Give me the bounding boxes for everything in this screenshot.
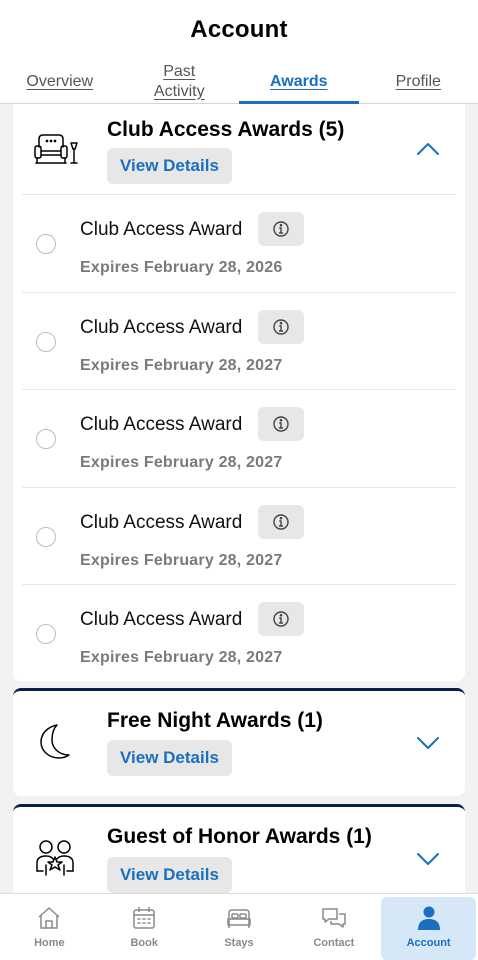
nav-home[interactable]: Home bbox=[2, 897, 97, 960]
bottom-nav: Home Book Stays Contact Account bbox=[0, 893, 478, 960]
club-access-title: Club Access Awards (5) bbox=[107, 118, 345, 141]
info-icon[interactable] bbox=[258, 212, 304, 246]
tab-past-activity[interactable]: Past Activity bbox=[120, 60, 240, 103]
app-header: Account bbox=[0, 0, 478, 60]
award-name: Club Access Award bbox=[80, 219, 243, 240]
tab-profile[interactable]: Profile bbox=[359, 60, 478, 103]
calendar-icon bbox=[133, 907, 155, 929]
free-night-header: Free Night Awards (1) View Details bbox=[13, 691, 465, 796]
award-name: Club Access Award bbox=[80, 511, 243, 533]
chevron-up-icon[interactable] bbox=[415, 140, 441, 158]
guest-of-honor-title: Guest of Honor Awards (1) bbox=[107, 825, 372, 848]
nav-book[interactable]: Book bbox=[97, 897, 192, 960]
info-icon[interactable] bbox=[258, 504, 304, 539]
free-night-card: Free Night Awards (1) View Details bbox=[13, 688, 465, 796]
nav-account[interactable]: Account bbox=[381, 897, 476, 960]
award-select-radio[interactable] bbox=[36, 331, 56, 352]
nav-book-label: Book bbox=[130, 937, 158, 949]
award-row: Club Access Award Expires February 28, 2… bbox=[22, 390, 456, 488]
award-name: Club Access Award bbox=[80, 316, 243, 338]
nav-home-label: Home bbox=[34, 937, 65, 949]
nav-stays[interactable]: Stays bbox=[192, 897, 287, 960]
tab-bar: Overview Past Activity Awards Profile bbox=[0, 60, 478, 104]
guest-of-honor-view-details-button[interactable]: View Details bbox=[107, 857, 232, 893]
moon-icon bbox=[37, 723, 83, 763]
award-select-radio[interactable] bbox=[36, 429, 56, 449]
tab-overview[interactable]: Overview bbox=[0, 60, 120, 103]
award-name: Club Access Award bbox=[80, 609, 243, 630]
nav-contact-label: Contact bbox=[313, 937, 355, 949]
award-expiration: Expires February 28, 2027 bbox=[80, 356, 283, 374]
nav-account-label: Account bbox=[406, 937, 451, 949]
award-name: Club Access Award bbox=[80, 414, 243, 435]
home-icon bbox=[38, 907, 60, 929]
nav-stays-label: Stays bbox=[224, 937, 254, 949]
award-row: Club Access Award Expires February 28, 2… bbox=[22, 195, 456, 293]
guest-of-honor-header: Guest of Honor Awards (1) View Details bbox=[13, 807, 465, 893]
info-icon[interactable] bbox=[258, 602, 304, 636]
two-people-icon bbox=[35, 839, 81, 879]
page-title: Account bbox=[190, 16, 288, 43]
award-select-radio[interactable] bbox=[36, 624, 56, 644]
chat-icon bbox=[322, 908, 346, 928]
free-night-title: Free Night Awards (1) bbox=[107, 709, 323, 732]
club-access-view-details-button[interactable]: View Details bbox=[107, 148, 232, 184]
info-icon[interactable] bbox=[258, 309, 304, 344]
club-access-card: Club Access Awards (5) View Details Club… bbox=[13, 104, 465, 681]
award-row: Club Access Award Expires February 28, 2… bbox=[22, 488, 456, 585]
chevron-down-icon[interactable] bbox=[415, 850, 441, 868]
award-select-radio[interactable] bbox=[36, 234, 56, 254]
nav-contact[interactable]: Contact bbox=[286, 897, 381, 960]
bed-icon bbox=[227, 909, 251, 928]
award-row: Club Access Award Expires February 28, 2… bbox=[22, 585, 456, 681]
award-expiration: Expires February 28, 2027 bbox=[80, 551, 283, 569]
award-row: Club Access Award Expires February 28, 2… bbox=[22, 293, 456, 390]
chevron-down-icon[interactable] bbox=[415, 734, 441, 752]
tab-awards[interactable]: Awards bbox=[239, 60, 359, 104]
award-expiration: Expires February 28, 2026 bbox=[80, 259, 283, 276]
club-access-header: Club Access Awards (5) View Details bbox=[13, 104, 465, 194]
free-night-view-details-button[interactable]: View Details bbox=[107, 740, 232, 776]
armchair-icon bbox=[33, 133, 79, 173]
guest-of-honor-card: Guest of Honor Awards (1) View Details bbox=[13, 804, 465, 893]
tab-past-activity-label: Past Activity bbox=[153, 62, 205, 100]
award-select-radio[interactable] bbox=[36, 526, 56, 547]
person-icon bbox=[417, 906, 440, 930]
awards-content[interactable]: Club Access Awards (5) View Details Club… bbox=[0, 104, 478, 893]
info-icon[interactable] bbox=[258, 407, 304, 441]
award-expiration: Expires February 28, 2027 bbox=[80, 454, 283, 471]
award-expiration: Expires February 28, 2027 bbox=[80, 649, 283, 666]
award-list: Club Access Award Expires February 28, 2… bbox=[22, 194, 456, 681]
